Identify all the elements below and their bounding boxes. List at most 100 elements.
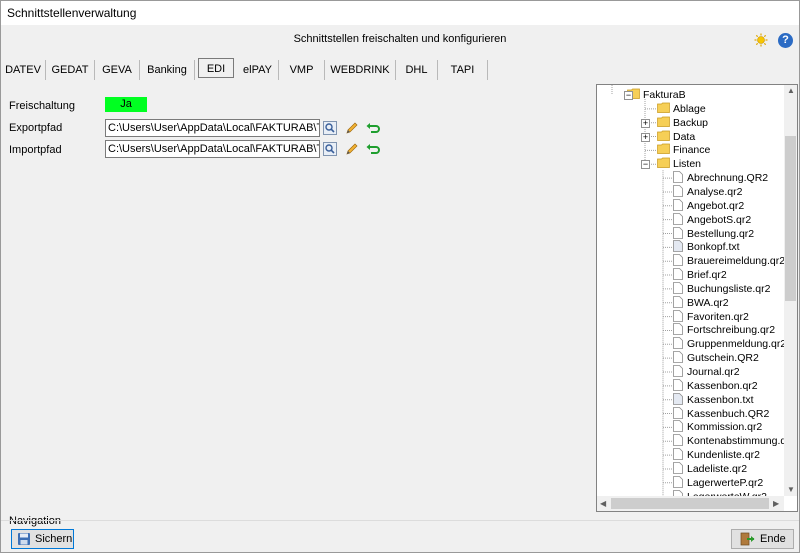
tree-vertical-scrollbar[interactable]: ▲ ▼ bbox=[784, 85, 797, 496]
file-icon bbox=[673, 434, 683, 447]
exportpfad-input[interactable]: C:\Users\User\AppData\Local\FAKTURAB\Tem… bbox=[105, 119, 320, 137]
freischaltung-toggle[interactable]: Ja bbox=[105, 97, 147, 112]
tree-folder[interactable]: Finance bbox=[657, 143, 710, 157]
tree-item-label: Kassenbon.txt bbox=[687, 393, 754, 406]
tree-folder[interactable]: Listen bbox=[657, 157, 701, 171]
vertical-scroll-thumb[interactable] bbox=[785, 136, 796, 301]
exit-icon bbox=[740, 532, 755, 546]
browse-export-icon[interactable] bbox=[322, 120, 338, 136]
edit-import-icon[interactable] bbox=[344, 141, 360, 157]
tree-file[interactable]: Fortschreibung.qr2 bbox=[673, 323, 775, 337]
importpfad-label: Importpfad bbox=[9, 144, 62, 156]
folder-tree[interactable]: FakturaB − Ablage Backup + Data + Finance Listen… bbox=[596, 84, 798, 512]
file-icon bbox=[673, 475, 683, 488]
page-subtitle: Schnittstellen freischalten und konfigur… bbox=[293, 33, 507, 45]
end-button-label: Ende bbox=[760, 533, 786, 545]
importpfad-input[interactable]: C:\Users\User\AppData\Local\FAKTURAB\Tem… bbox=[105, 140, 320, 158]
tree-file[interactable]: Kommission.qr2 bbox=[673, 420, 762, 434]
tab-datev[interactable]: DATEV bbox=[1, 60, 46, 80]
file-icon bbox=[673, 378, 683, 391]
tab-dhl[interactable]: DHL bbox=[396, 60, 438, 80]
tree-file[interactable]: AngebotS.qr2 bbox=[673, 212, 751, 227]
tree-file[interactable]: Gruppenmeldung.qr2 bbox=[673, 337, 786, 351]
tree-file[interactable]: Bestellung.qr2 bbox=[673, 226, 754, 241]
tree-file[interactable]: Abrechnung.QR2 bbox=[673, 171, 768, 185]
tab-gedat[interactable]: GEDAT bbox=[46, 60, 95, 80]
tab-webdrink[interactable]: WEBDRINK bbox=[325, 60, 396, 80]
horizontal-scroll-thumb[interactable] bbox=[611, 498, 769, 509]
reset-import-icon[interactable] bbox=[365, 141, 381, 157]
tab-edi[interactable]: EDI bbox=[198, 58, 234, 78]
tree-file[interactable]: Brief.qr2 bbox=[673, 268, 727, 282]
text-file-icon bbox=[673, 240, 683, 253]
tree-file[interactable]: Angebot.qr2 bbox=[673, 198, 745, 213]
file-icon bbox=[673, 281, 683, 294]
tab-tapi[interactable]: TAPI bbox=[438, 60, 488, 80]
tree-folder[interactable]: Data bbox=[657, 130, 695, 144]
folder-icon bbox=[657, 116, 670, 127]
tree-horizontal-scrollbar[interactable]: ◀ ▶ bbox=[597, 496, 784, 511]
tree-item-label: Abrechnung.QR2 bbox=[687, 172, 769, 185]
interface-tabs: DATEV GEDAT GEVA Banking EDI elPAY VMP W… bbox=[1, 58, 501, 80]
file-icon bbox=[673, 462, 683, 474]
browse-import-icon[interactable] bbox=[322, 141, 338, 157]
tree-file[interactable]: Kundenliste.qr2 bbox=[673, 448, 760, 462]
tree-file[interactable]: BWA.qr2 bbox=[673, 295, 729, 310]
edit-export-icon[interactable] bbox=[344, 120, 360, 136]
tree-file[interactable]: LagerwerteP.qr2 bbox=[673, 475, 763, 490]
tree-item-label: Kommission.qr2 bbox=[687, 421, 763, 434]
file-icon bbox=[673, 254, 683, 267]
tree-item-label: Favoriten.qr2 bbox=[687, 310, 749, 323]
tab-banking[interactable]: Banking bbox=[140, 60, 195, 80]
tree-file[interactable]: Ladeliste.qr2 bbox=[673, 462, 747, 476]
tree-item-label: Backup bbox=[673, 116, 709, 129]
tree-item-label: Angebot.qr2 bbox=[687, 199, 745, 212]
tree-file[interactable]: Bonkopf.txt bbox=[673, 240, 740, 254]
help-icon[interactable]: ? bbox=[778, 33, 793, 48]
text-file-icon bbox=[673, 392, 683, 405]
reset-export-icon[interactable] bbox=[365, 120, 381, 136]
file-icon bbox=[673, 406, 683, 419]
tree-item-label: Journal.qr2 bbox=[687, 366, 740, 378]
tree-item-label: Kassenbon.qr2 bbox=[687, 379, 758, 392]
file-icon bbox=[673, 295, 683, 308]
tree-item-label: BWA.qr2 bbox=[687, 296, 729, 309]
tree-expander[interactable]: − bbox=[641, 160, 650, 170]
tree-item-label: Data bbox=[673, 130, 696, 143]
tree-folder-root[interactable]: FakturaB bbox=[627, 88, 686, 102]
tree-file[interactable]: Favoriten.qr2 bbox=[673, 309, 749, 324]
exportpfad-label: Exportpfad bbox=[9, 122, 63, 134]
main-window: Schnittstellenverwaltung Schnittstellen … bbox=[0, 0, 800, 553]
file-icon bbox=[673, 226, 683, 239]
save-button[interactable]: Sichern bbox=[11, 529, 74, 549]
tree-item-label: Finance bbox=[673, 144, 711, 157]
scroll-down-icon[interactable]: ▼ bbox=[787, 485, 795, 494]
end-button[interactable]: Ende bbox=[731, 529, 794, 549]
scroll-up-icon[interactable]: ▲ bbox=[787, 86, 795, 95]
tree-file[interactable]: Kassenbon.qr2 bbox=[673, 378, 758, 393]
tree-expander[interactable]: − bbox=[624, 91, 633, 100]
tree-file[interactable]: Journal.qr2 bbox=[673, 365, 740, 379]
tab-geva[interactable]: GEVA bbox=[95, 60, 140, 80]
tree-folder[interactable]: Ablage bbox=[657, 102, 706, 116]
tree-item-label: Fortschreibung.qr2 bbox=[687, 324, 776, 337]
tab-vmp[interactable]: VMP bbox=[279, 60, 325, 80]
tree-expander[interactable]: + bbox=[641, 118, 650, 128]
scroll-right-icon[interactable]: ▶ bbox=[773, 499, 779, 508]
file-icon bbox=[673, 268, 683, 280]
tree-folder[interactable]: Backup bbox=[657, 116, 708, 130]
tree-file[interactable]: Kassenbon.txt bbox=[673, 392, 754, 407]
tree-file[interactable]: Analyse.qr2 bbox=[673, 185, 742, 199]
folder-icon bbox=[657, 130, 670, 141]
tree-file[interactable]: Buchungsliste.qr2 bbox=[673, 281, 770, 296]
scroll-left-icon[interactable]: ◀ bbox=[600, 499, 606, 508]
tab-elpay[interactable]: elPAY bbox=[237, 60, 279, 80]
window-title: Schnittstellenverwaltung bbox=[7, 6, 137, 20]
tree-expander[interactable]: + bbox=[641, 132, 650, 142]
tree-file[interactable]: Kassenbuch.QR2 bbox=[673, 406, 769, 421]
folder-icon bbox=[657, 157, 670, 169]
tree-file[interactable]: Kontenabstimmung.qr2 bbox=[673, 434, 796, 448]
tree-file[interactable]: Brauereimeldung.qr2 bbox=[673, 254, 785, 268]
tree-file[interactable]: Gutschein.QR2 bbox=[673, 351, 759, 365]
sun-icon[interactable] bbox=[754, 33, 768, 47]
